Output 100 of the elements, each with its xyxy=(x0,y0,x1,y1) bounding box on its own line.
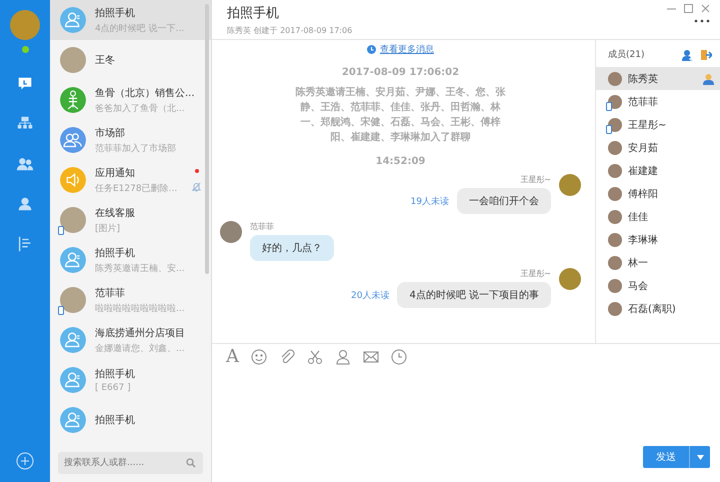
group-avatar-icon xyxy=(60,247,86,273)
clock-icon xyxy=(367,45,376,54)
members-title: 成员(21) xyxy=(608,48,646,61)
avatar-photo-placeholder xyxy=(559,174,581,196)
group-avatar-icon xyxy=(60,367,86,393)
avatar-photo-placeholder xyxy=(608,210,622,224)
more-icon[interactable] xyxy=(694,19,710,23)
member-name: 崔建建 xyxy=(628,164,659,178)
clock-icon[interactable] xyxy=(391,349,407,365)
member-item[interactable]: 石磊(离职) xyxy=(596,297,720,320)
member-item[interactable]: 佳佳 xyxy=(596,205,720,228)
conversation-item[interactable]: 拍照手机 陈秀英邀请王楠、安... xyxy=(50,240,211,280)
member-name: 傅梓阳 xyxy=(628,188,659,200)
conversation-preview: 啦啦啦啦啦啦啦啦啦... xyxy=(95,302,186,314)
avatar-photo-placeholder xyxy=(220,221,242,243)
member-item[interactable]: 林一 xyxy=(596,251,720,274)
timestamp: 2017-08-09 17:06:02 xyxy=(342,67,460,78)
scrollbar[interactable] xyxy=(205,4,209,274)
close-icon[interactable] xyxy=(701,4,710,13)
member-item[interactable]: 傅梓阳 xyxy=(596,182,720,205)
member-item[interactable]: 崔建建 xyxy=(596,159,720,182)
conversation-preview: [图片] xyxy=(95,222,122,234)
message-bubble: 好的，几点？ xyxy=(250,235,334,261)
avatar-photo-placeholder xyxy=(559,268,581,290)
message-bubble: 4点的时候吧 说一下项目的事 xyxy=(397,282,551,308)
member-name: 陈秀英 xyxy=(628,72,659,86)
member-item[interactable]: 马会 xyxy=(596,274,720,297)
conversation-item[interactable]: 王冬 xyxy=(50,40,211,80)
avatar-photo-placeholder xyxy=(608,278,622,292)
member-item[interactable]: 陈秀英 xyxy=(596,67,720,90)
member-item[interactable]: 范菲菲 xyxy=(596,90,720,113)
timestamp: 14:52:09 xyxy=(376,156,426,167)
member-name: 佳佳 xyxy=(628,210,649,224)
chat-subtitle: 陈秀英 创建于 2017-08-09 17:06 xyxy=(227,25,352,36)
caret-icon[interactable] xyxy=(696,454,704,460)
member-name: 李琳琳 xyxy=(628,234,659,246)
mail-icon[interactable] xyxy=(363,349,379,365)
member-name: 安月茹 xyxy=(628,142,659,154)
team-avatar-icon xyxy=(60,127,86,153)
add-icon[interactable] xyxy=(16,452,34,470)
member-name: 王星彤~ xyxy=(628,118,668,132)
member-name: 林一 xyxy=(628,256,649,270)
conversation-preview: 爸爸加入了鱼骨（北... xyxy=(95,102,186,114)
conversation-name: 在线客服 xyxy=(95,206,136,220)
conversation-name: 应用通知 xyxy=(95,166,136,180)
conversation-item[interactable]: 市场部 范菲菲加入了市场部 xyxy=(50,120,211,160)
conversation-name: 王冬 xyxy=(95,54,116,67)
sender-name: 王星彤~ xyxy=(520,174,551,185)
person-icon[interactable] xyxy=(16,195,34,213)
exit-icon[interactable] xyxy=(700,48,712,60)
speaker-avatar-icon xyxy=(60,167,86,193)
avatar-photo-placeholder xyxy=(60,287,86,313)
conversation-name: 范菲菲 xyxy=(95,286,126,300)
conversation-name: 拍照手机 xyxy=(95,246,136,260)
conversation-preview: [ E667 ] xyxy=(95,383,132,393)
conversation-item[interactable]: 在线客服 [图片] xyxy=(50,200,211,240)
member-name: 石磊(离职) xyxy=(628,302,677,316)
conversation-name: 拍照手机 xyxy=(95,6,136,20)
more-messages-link[interactable]: 查看更多消息 xyxy=(367,43,434,56)
conversation-name: 市场部 xyxy=(95,126,126,140)
conversation-item[interactable]: 应用通知 任务E1278已删除... xyxy=(50,160,211,200)
member-item[interactable]: 李琳琳 xyxy=(596,228,720,251)
search-field[interactable]: 搜索联系人或群...... xyxy=(58,452,203,474)
scissors-icon[interactable] xyxy=(307,349,323,365)
message-bubble: 一会咱们开个会 xyxy=(457,188,551,214)
sender-name: 王星彤~ xyxy=(520,268,551,279)
group-icon[interactable] xyxy=(16,155,34,173)
avatar-photo-placeholder xyxy=(608,256,622,270)
unread-count[interactable]: 20人未读 xyxy=(351,288,390,302)
add-member-icon[interactable] xyxy=(682,48,694,60)
person-icon[interactable] xyxy=(335,349,351,365)
search-icon[interactable] xyxy=(186,458,196,468)
avatar-photo-placeholder xyxy=(60,47,86,73)
font-button[interactable]: A xyxy=(226,349,239,365)
conversation-name: 拍照手机 xyxy=(95,414,136,427)
emoji-icon[interactable] xyxy=(251,349,267,365)
conversation-item[interactable]: 范菲菲 啦啦啦啦啦啦啦啦啦... xyxy=(50,280,211,320)
conversation-item[interactable]: 拍照手机 [ E667 ] xyxy=(50,360,211,400)
fishbone-avatar-icon xyxy=(60,87,86,113)
conversation-preview: 任务E1278已删除... xyxy=(95,182,178,194)
conversation-item[interactable]: 海底捞通州分店项目 金娜邀请您、刘鑫、... xyxy=(50,320,211,360)
conversation-item[interactable]: 拍照手机 xyxy=(50,400,211,440)
avatar-photo-placeholder xyxy=(608,140,622,154)
member-item[interactable]: 安月茹 xyxy=(596,136,720,159)
paperclip-icon[interactable] xyxy=(279,349,295,365)
conversation-name: 拍照手机 xyxy=(95,368,136,381)
conversation-preview: 陈秀英邀请王楠、安... xyxy=(95,262,186,274)
avatar-photo-placeholder xyxy=(608,186,622,200)
unread-count[interactable]: 19人未读 xyxy=(410,194,449,208)
sender-name: 范菲菲 xyxy=(250,221,275,232)
member-name: 马会 xyxy=(628,280,649,292)
member-item[interactable]: 王星彤~ xyxy=(596,113,720,136)
chat-title: 拍照手机 xyxy=(227,5,280,22)
conversation-item[interactable]: 鱼骨（北京）销售公... 爸爸加入了鱼骨（北... xyxy=(50,80,211,120)
member-name: 范菲菲 xyxy=(628,96,659,108)
avatar-photo-placeholder xyxy=(60,207,86,233)
maximize-icon[interactable] xyxy=(684,4,693,13)
group-avatar-icon xyxy=(60,407,86,433)
group-avatar-icon xyxy=(60,7,86,33)
conversation-name: 海底捞通州分店项目 xyxy=(95,326,186,340)
